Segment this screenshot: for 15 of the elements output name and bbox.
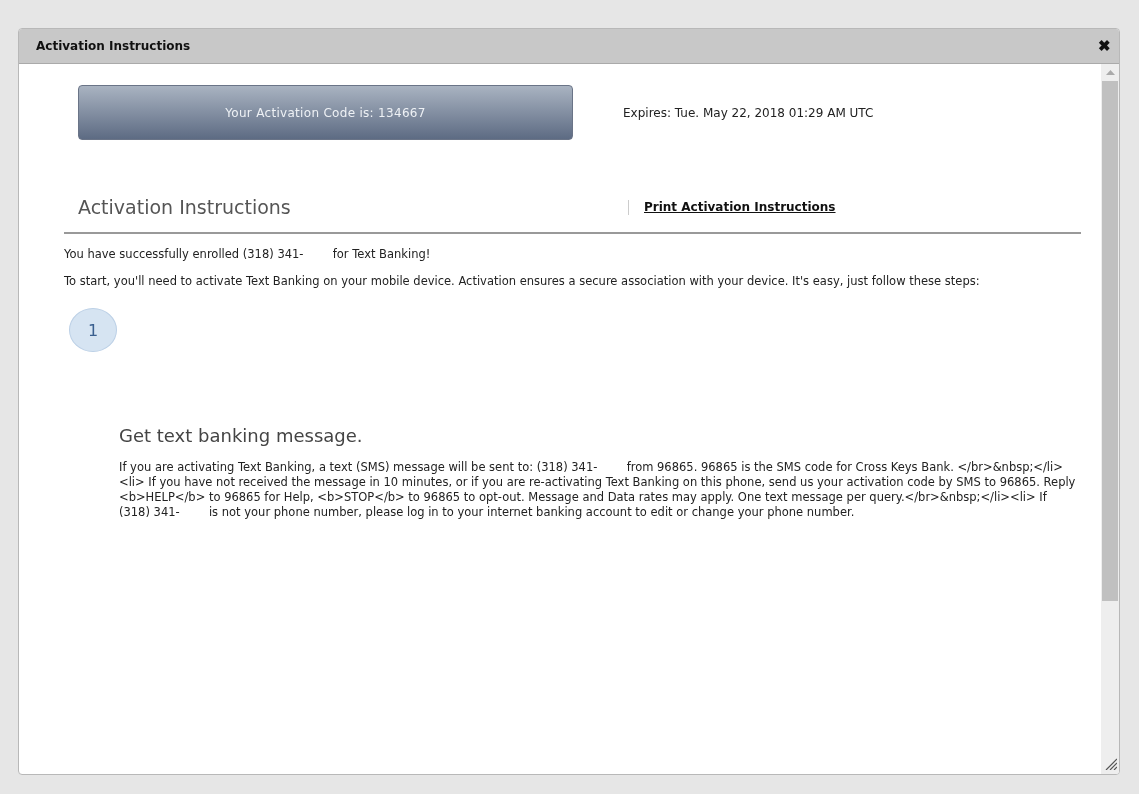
- activation-code-banner: Your Activation Code is: 134667: [78, 85, 573, 140]
- section-heading: Activation Instructions: [78, 196, 292, 218]
- step-number: 1: [69, 308, 117, 352]
- dialog-title: Activation Instructions: [36, 39, 191, 53]
- scrollbar[interactable]: [1101, 64, 1119, 774]
- close-button[interactable]: ✖: [1098, 37, 1111, 55]
- scroll-thumb[interactable]: [1102, 81, 1118, 601]
- intro-text: You have successfully enrolled (318) 341- for Text Banking!: [64, 248, 432, 261]
- expiry-text: Expires: Tue. May 22, 2018 01:29 AM UTC: [623, 105, 874, 120]
- resize-grip-icon[interactable]: [1105, 758, 1117, 770]
- print-link[interactable]: Print Activation Instructions: [644, 200, 836, 214]
- step-title: Get text banking message.: [119, 425, 364, 446]
- scroll-up-icon[interactable]: [1105, 70, 1115, 75]
- intro-text: To start, you'll need to activate Text Banking on your mobile device. Activation ensures a secure association with your device. It's easy, just follow these steps:: [64, 275, 981, 288]
- step-text: If you are activating Text Banking, a text (SMS) message will be sent to: (318) 341- from 96865. 96865 is the SMS code for Cross Keys Bank. </br>&nbsp;</li><li> If you have not received the message in 10 minutes, or if you are re-activating Text Banking on this phone, send us your activation code by SMS to 96865. Reply <b>HELP</b> to 96865 for Help, <b>STOP</b> to 96865 to opt-out. Message and Data rates may apply. One text message per query.</br>&nbsp;</li><li> If (318) 341- is not your phone number, please log in to your internet banking account to edit or change your phone number.: [119, 460, 1077, 520]
